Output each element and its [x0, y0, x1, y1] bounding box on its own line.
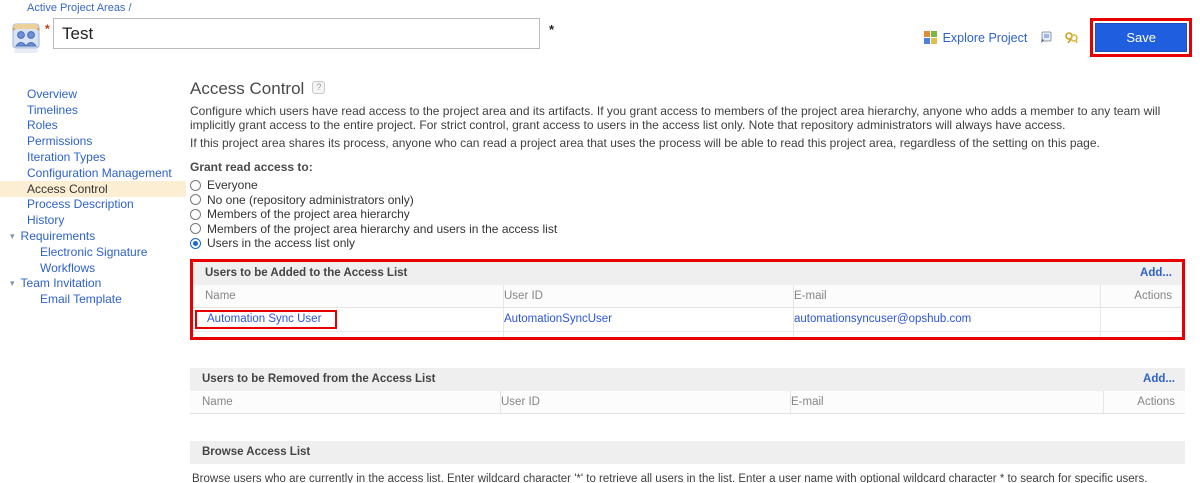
radio-members-hierarchy[interactable]: Members of the project area hierarchy	[190, 207, 1185, 222]
grant-read-access-label: Grant read access to:	[190, 160, 1185, 174]
removed-table-header-bar: Users to be Removed from the Access List…	[190, 368, 1185, 391]
column-header-user-id: User ID	[500, 391, 790, 413]
required-marker: *	[45, 22, 50, 36]
chevron-down-icon: ▾	[10, 278, 15, 289]
added-table-add-link[interactable]: Add...	[1140, 267, 1172, 279]
sidebar-item-requirements[interactable]: ▾ Requirements	[0, 228, 186, 244]
sidebar-item-label: Team Invitation	[21, 276, 102, 290]
save-button[interactable]: Save	[1095, 23, 1187, 52]
actions-cell	[1100, 308, 1182, 331]
annotation-box-user-name: Automation Sync User	[195, 310, 337, 329]
radio-users-access-list-only[interactable]: Users in the access list only	[190, 236, 1185, 251]
annotation-box-save: Save	[1090, 18, 1192, 57]
user-id-link[interactable]: AutomationSyncUser	[504, 313, 612, 325]
sidebar-item-timelines[interactable]: Timelines	[0, 102, 186, 118]
name-suffix-marker: *	[549, 22, 554, 37]
radio-label: Members of the project area hierarchy	[207, 207, 410, 221]
browse-header-bar: Browse Access List	[190, 441, 1185, 464]
radio-no-one[interactable]: No one (repository administrators only)	[190, 193, 1185, 208]
explore-project-icon	[923, 30, 938, 45]
removed-table-add-link[interactable]: Add...	[1143, 373, 1175, 385]
help-icon[interactable]: ?	[312, 81, 325, 94]
sidebar-item-access-control[interactable]: Access Control	[0, 181, 186, 197]
radio-icon[interactable]	[190, 194, 201, 205]
column-header-name: Name	[193, 285, 503, 307]
column-header-name: Name	[190, 391, 500, 413]
table-row: Automation Sync User AutomationSyncUser …	[193, 308, 1182, 332]
page-header: Active Project Areas / * * E	[0, 0, 1200, 64]
added-table-title: Users to be Added to the Access List	[205, 267, 407, 279]
removed-table-column-headers: Name User ID E-mail Actions	[190, 391, 1185, 414]
sidebar-item-iteration-types[interactable]: Iteration Types	[0, 149, 186, 165]
explore-project-link[interactable]: Explore Project	[923, 30, 1028, 45]
sidebar-item-label: Requirements	[21, 229, 96, 243]
browse-access-list-section: Browse Access List Browse users who are …	[190, 441, 1185, 483]
column-header-email: E-mail	[790, 391, 1103, 413]
removed-table-title: Users to be Removed from the Access List	[202, 373, 435, 385]
project-area-icon	[10, 20, 44, 54]
browse-description: Browse users who are currently in the ac…	[192, 473, 1185, 483]
intro-paragraph-1: Configure which users have read access t…	[190, 104, 1185, 132]
radio-label: Members of the project area hierarchy an…	[207, 222, 557, 236]
sidebar-item-team-invitation[interactable]: ▾ Team Invitation	[0, 276, 186, 292]
radio-icon[interactable]	[190, 180, 201, 191]
column-header-user-id: User ID	[503, 285, 793, 307]
radio-members-hierarchy-and-users[interactable]: Members of the project area hierarchy an…	[190, 222, 1185, 237]
sidebar-item-roles[interactable]: Roles	[0, 118, 186, 134]
radio-icon[interactable]	[190, 209, 201, 220]
column-header-actions: Actions	[1103, 391, 1185, 413]
radio-icon-selected[interactable]	[190, 238, 201, 249]
table-spacer	[193, 332, 1182, 337]
annotation-box-added-table: Users to be Added to the Access List Add…	[190, 259, 1185, 340]
radio-icon[interactable]	[190, 223, 201, 234]
project-name-input[interactable]	[53, 18, 540, 49]
sidebar-item-configuration-management[interactable]: Configuration Management	[0, 165, 186, 181]
sidebar-item-workflows[interactable]: Workflows	[0, 260, 186, 276]
radio-everyone[interactable]: Everyone	[190, 178, 1185, 193]
sidebar-item-permissions[interactable]: Permissions	[0, 133, 186, 149]
column-header-actions: Actions	[1100, 285, 1182, 307]
main-content: Access Control ? Configure which users h…	[186, 64, 1200, 483]
removed-table: Users to be Removed from the Access List…	[190, 368, 1185, 414]
intro-paragraph-2: If this project area shares its process,…	[190, 136, 1185, 150]
added-table-header-bar: Users to be Added to the Access List Add…	[193, 262, 1182, 285]
browse-title: Browse Access List	[202, 446, 310, 458]
user-name-link[interactable]: Automation Sync User	[207, 313, 321, 325]
radio-label: No one (repository administrators only)	[207, 193, 414, 207]
radio-label: Everyone	[207, 178, 258, 192]
breadcrumb[interactable]: Active Project Areas /	[27, 2, 132, 14]
sidebar-item-email-template[interactable]: Email Template	[0, 291, 186, 307]
sidebar-nav: Overview Timelines Roles Permissions Ite…	[0, 64, 186, 483]
page-title: Access Control	[190, 80, 304, 98]
header-actions: Explore Project Save	[923, 18, 1192, 57]
explore-project-label: Explore Project	[943, 31, 1028, 45]
sidebar-item-history[interactable]: History	[0, 212, 186, 228]
column-header-email: E-mail	[793, 285, 1100, 307]
keys-icon[interactable]	[1064, 30, 1079, 45]
sidebar-item-process-description[interactable]: Process Description	[0, 197, 186, 213]
added-table-column-headers: Name User ID E-mail Actions	[193, 285, 1182, 308]
radio-label: Users in the access list only	[207, 236, 355, 250]
note-icon[interactable]	[1038, 30, 1053, 45]
user-email-link[interactable]: automationsyncuser@opshub.com	[794, 313, 971, 325]
sidebar-item-electronic-signature[interactable]: Electronic Signature	[0, 244, 186, 260]
chevron-down-icon: ▾	[10, 231, 15, 242]
sidebar-item-overview[interactable]: Overview	[0, 86, 186, 102]
